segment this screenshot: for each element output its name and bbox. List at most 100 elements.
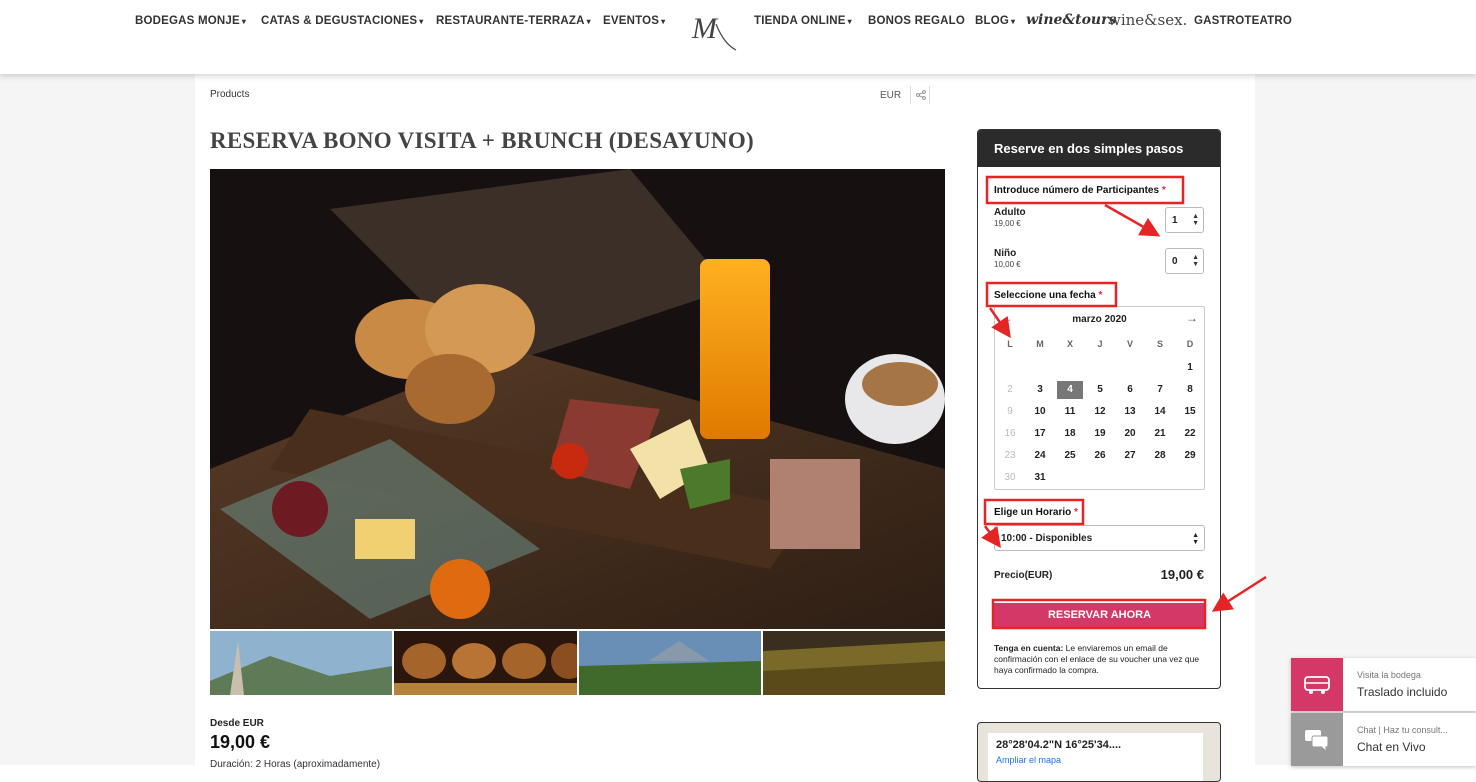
calendar-day[interactable]: 26: [1087, 447, 1113, 465]
map-info-box: 28°28'04.2"N 16°25'34.... Ampliar el map…: [988, 733, 1203, 781]
booking-heading: Reserve en dos simples pasos: [978, 130, 1220, 167]
nav-label: GASTROTEATRO: [1194, 15, 1293, 27]
adult-quantity-stepper[interactable]: 1 ▲ ▼: [1165, 207, 1204, 233]
currency-selector[interactable]: EUR: [880, 90, 901, 101]
map-card: 28°28'04.2"N 16°25'34.... Ampliar el map…: [977, 722, 1221, 782]
nav-item-eventos[interactable]: EVENTOS ▾: [603, 15, 665, 27]
calendar-day[interactable]: 27: [1117, 447, 1143, 465]
calendar-day[interactable]: 11: [1057, 403, 1083, 421]
price-from-label: Desde EUR: [210, 718, 264, 729]
calendar-day[interactable]: 22: [1177, 425, 1203, 443]
calendar-day: 9: [1007, 406, 1013, 417]
calendar-day[interactable]: 15: [1177, 403, 1203, 421]
transfer-widget-subtitle: Visita la bodega: [1357, 670, 1421, 680]
total-price-label: Precio(EUR): [994, 570, 1053, 581]
calendar-day[interactable]: 10: [1027, 403, 1053, 421]
calendar-weekday: X: [1066, 339, 1073, 349]
select-arrows-icon: ▲ ▼: [1192, 532, 1199, 546]
nav-item-wine-sex[interactable]: wine&sex.: [1108, 11, 1187, 29]
brunch-photo: [210, 169, 945, 629]
child-label: Niño: [994, 248, 1017, 259]
nav-label: BODEGAS MONJE: [135, 15, 240, 27]
participants-label-text: Introduce número de Participantes: [994, 185, 1160, 196]
calendar-day[interactable]: 6: [1117, 381, 1143, 399]
product-hero-image[interactable]: [210, 169, 945, 629]
calendar-weekday: J: [1097, 339, 1103, 349]
chevron-down-icon: ▾: [419, 16, 424, 26]
calendar-day-selected[interactable]: 4: [1057, 381, 1083, 399]
chat-icon-tile: [1291, 713, 1343, 766]
required-mark: *: [1098, 290, 1103, 301]
time-label: Elige un Horario *: [994, 507, 1078, 518]
calendar-day[interactable]: 14: [1147, 403, 1173, 421]
thumbnail-2[interactable]: [394, 631, 577, 695]
chat-widget[interactable]: Chat | Haz tu consult... Chat en Vivo: [1291, 713, 1476, 766]
transfer-widget[interactable]: Visita la bodega Traslado incluido: [1291, 658, 1476, 711]
date-label: Seleccione una fecha *: [994, 290, 1102, 301]
calendar-weekday: M: [1036, 339, 1044, 349]
nav-item-catas[interactable]: CATAS & DEGUSTACIONES ▾: [261, 15, 423, 27]
nav-item-bodegas-monje[interactable]: BODEGAS MONJE ▾: [135, 15, 246, 27]
booking-note: Tenga en cuenta: Le enviaremos un email …: [994, 643, 1205, 676]
calendar-day[interactable]: 21: [1147, 425, 1173, 443]
booking-panel: Reserve en dos simples pasos Introduce n…: [977, 129, 1221, 689]
calendar-day: 30: [1004, 472, 1016, 483]
thumbnail-4[interactable]: [762, 631, 945, 695]
nav-item-bonos[interactable]: BONOS REGALO: [868, 15, 965, 27]
calendar-day[interactable]: 5: [1087, 381, 1113, 399]
adult-quantity-value: 1: [1172, 215, 1178, 226]
calendar-day[interactable]: 1: [1177, 359, 1203, 377]
nav-item-blog[interactable]: BLOG ▾: [975, 15, 1015, 27]
calendar-day[interactable]: 25: [1057, 447, 1083, 465]
thumbnail-strip: [210, 631, 945, 695]
thumbnail-3[interactable]: [578, 631, 761, 695]
nav-label: CATAS & DEGUSTACIONES: [261, 15, 418, 27]
thumbnail-1[interactable]: [210, 631, 393, 695]
calendar-day[interactable]: 19: [1087, 425, 1113, 443]
enlarge-map-link[interactable]: Ampliar el mapa: [996, 755, 1195, 765]
calendar-day[interactable]: 24: [1027, 447, 1053, 465]
chevron-down-icon: ▾: [1011, 16, 1016, 26]
date-calendar: ← marzo 2020 → L M X J V S D 1 2 3 4 5 6 7 8 9 10 11 12 13 1…: [994, 306, 1205, 490]
calendar-day[interactable]: 28: [1147, 447, 1173, 465]
calendar-day[interactable]: 12: [1087, 403, 1113, 421]
calendar-day[interactable]: 18: [1057, 425, 1083, 443]
arrow-right-icon[interactable]: →: [1186, 311, 1198, 325]
participants-label: Introduce número de Participantes *: [994, 185, 1166, 196]
calendar-day[interactable]: 8: [1177, 381, 1203, 399]
calendar-day[interactable]: 7: [1147, 381, 1173, 399]
chat-widget-title: Chat en Vivo: [1357, 740, 1426, 754]
nav-item-gastroteatro[interactable]: GASTROTEATRO: [1194, 15, 1292, 27]
stepper-arrows-icon[interactable]: ▲ ▼: [1192, 213, 1199, 227]
time-select-value: 10:00 - Disponibles: [1001, 533, 1093, 544]
bus-icon: [1304, 675, 1330, 694]
logo-letter: M: [691, 12, 719, 45]
reserve-now-button[interactable]: RESERVAR AHORA: [994, 603, 1205, 627]
required-mark: *: [1074, 507, 1078, 518]
chevron-down-icon: ▾: [241, 16, 247, 26]
child-quantity-stepper[interactable]: 0 ▲ ▼: [1165, 248, 1204, 274]
nav-item-restaurante[interactable]: RESTAURANTE-TERRAZA ▾: [436, 15, 591, 27]
breadcrumb[interactable]: Products: [210, 89, 249, 100]
transfer-widget-title: Traslado incluido: [1357, 685, 1448, 699]
total-price-value: 19,00 €: [1160, 567, 1204, 582]
stepper-arrows-icon[interactable]: ▲ ▼: [1192, 254, 1199, 268]
calendar-day[interactable]: 31: [1027, 469, 1053, 487]
nav-item-tienda[interactable]: TIENDA ONLINE ▾: [754, 15, 852, 27]
calendar-day[interactable]: 17: [1027, 425, 1053, 443]
vines-photo: [762, 631, 945, 695]
calendar-weekday: V: [1126, 339, 1133, 349]
nav-item-wine-tours[interactable]: wine&tours: [1026, 12, 1116, 28]
calendar-day[interactable]: 29: [1177, 447, 1203, 465]
time-select[interactable]: 10:00 - Disponibles ▲ ▼: [994, 525, 1205, 551]
share-button[interactable]: [910, 86, 930, 104]
chat-widget-subtitle: Chat | Haz tu consult...: [1357, 725, 1448, 735]
chat-icon: [1305, 729, 1329, 750]
calendar-day[interactable]: 3: [1027, 381, 1053, 399]
calendar-day[interactable]: 20: [1117, 425, 1143, 443]
time-label-text: Elige un Horario: [994, 507, 1072, 518]
monje-logo[interactable]: M: [690, 8, 738, 52]
barrels-photo: [394, 631, 577, 695]
price-from-value: 19,00 €: [210, 732, 271, 752]
calendar-day[interactable]: 13: [1117, 403, 1143, 421]
